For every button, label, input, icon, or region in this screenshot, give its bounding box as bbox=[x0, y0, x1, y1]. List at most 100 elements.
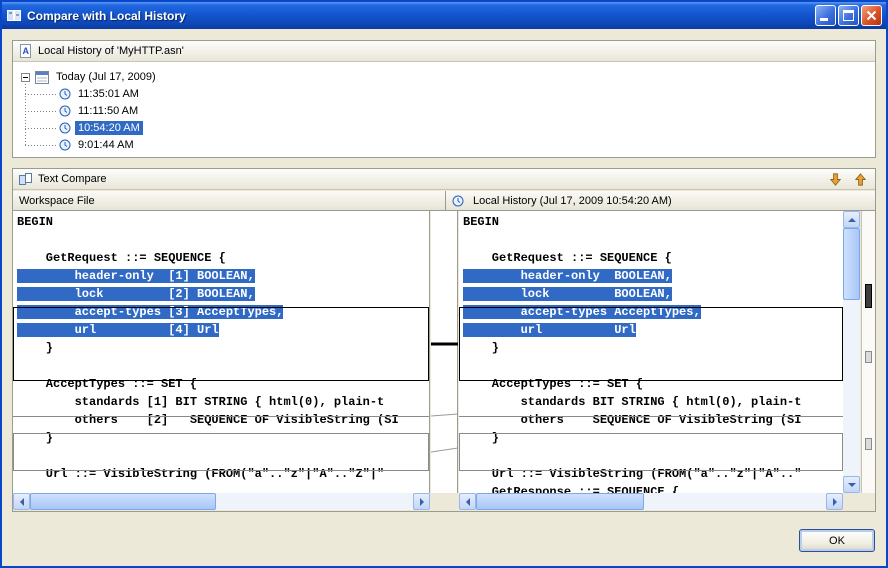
tree-item-label: 10:54:20 AM bbox=[75, 121, 143, 135]
previous-difference-button[interactable] bbox=[850, 170, 870, 188]
workspace-file-pane[interactable]: BEGIN GetRequest ::= SEQUENCE { header-o… bbox=[13, 211, 430, 493]
tree-item-label: 11:11:50 AM bbox=[75, 104, 141, 118]
code-line: GetRequest ::= SEQUENCE { bbox=[459, 249, 843, 267]
diff-connector-channel bbox=[431, 211, 458, 493]
secondary-diff-connector bbox=[431, 448, 458, 452]
left-code-area: BEGIN GetRequest ::= SEQUENCE { header-o… bbox=[13, 213, 429, 483]
right-code-area: BEGIN GetRequest ::= SEQUENCE { header-o… bbox=[459, 213, 843, 493]
code-line: accept-types AcceptTypes, bbox=[459, 303, 843, 321]
next-difference-button[interactable] bbox=[825, 170, 845, 188]
clock-icon bbox=[452, 195, 464, 207]
scroll-down-button[interactable] bbox=[843, 476, 860, 493]
scroll-left-button[interactable] bbox=[13, 493, 30, 510]
text-compare-panel-header: Text Compare bbox=[13, 169, 875, 190]
code-line: } bbox=[13, 429, 429, 447]
left-pane-title: Workspace File bbox=[19, 195, 95, 207]
code-line: Url ::= VisibleString (FROM("a".."z"|"A"… bbox=[13, 465, 429, 483]
code-line: accept-types [3] AcceptTypes, bbox=[13, 303, 429, 321]
code-line bbox=[13, 447, 429, 465]
compare-window-icon bbox=[6, 8, 22, 24]
arrow-up-icon bbox=[848, 214, 856, 222]
left-horizontal-scrollbar-thumb[interactable] bbox=[30, 493, 216, 510]
tree-item-label: 11:35:01 AM bbox=[75, 87, 142, 101]
tree-guide-stub bbox=[25, 128, 57, 129]
arrow-right-icon bbox=[420, 498, 428, 506]
tree-item-revision-selected[interactable]: 10:54:20 AM bbox=[59, 120, 143, 136]
code-line: BEGIN bbox=[459, 213, 843, 231]
minimize-icon bbox=[820, 18, 828, 21]
code-line: header-only BOOLEAN, bbox=[459, 267, 843, 285]
code-line: url [4] Url bbox=[13, 321, 429, 339]
scroll-right-button[interactable] bbox=[413, 493, 430, 510]
next-difference-arrow-icon bbox=[828, 172, 843, 187]
code-line: header-only [1] BOOLEAN, bbox=[13, 267, 429, 285]
code-line bbox=[459, 231, 843, 249]
code-line: lock BOOLEAN, bbox=[459, 285, 843, 303]
overview-marker[interactable] bbox=[865, 438, 872, 450]
clock-icon bbox=[59, 105, 71, 117]
local-history-panel-header: A Local History of 'MyHTTP.asn' bbox=[13, 41, 875, 62]
arrow-down-icon bbox=[848, 483, 856, 491]
tree-item-revision[interactable]: 11:11:50 AM bbox=[59, 103, 141, 119]
local-history-pane[interactable]: BEGIN GetRequest ::= SEQUENCE { header-o… bbox=[459, 211, 843, 493]
tree-guide-stub bbox=[25, 94, 57, 95]
right-horizontal-scrollbar-thumb[interactable] bbox=[476, 493, 644, 510]
close-button[interactable] bbox=[861, 5, 882, 26]
marker-connector bbox=[431, 414, 458, 416]
dialog-body: A Local History of 'MyHTTP.asn' bbox=[2, 29, 886, 566]
clock-icon bbox=[59, 122, 71, 134]
overview-marker-selected[interactable] bbox=[865, 284, 872, 308]
vertical-scrollbar[interactable] bbox=[843, 211, 860, 493]
scroll-right-button[interactable] bbox=[826, 493, 843, 510]
overview-ruler[interactable] bbox=[861, 211, 875, 493]
code-line: BEGIN bbox=[13, 213, 429, 231]
minimize-button[interactable] bbox=[815, 5, 836, 26]
arrow-right-icon bbox=[833, 498, 841, 506]
code-line: lock [2] BOOLEAN, bbox=[13, 285, 429, 303]
left-horizontal-scrollbar[interactable] bbox=[13, 493, 430, 510]
code-line: GetRequest ::= SEQUENCE { bbox=[13, 249, 429, 267]
code-line bbox=[13, 357, 429, 375]
tree-collapse-icon[interactable] bbox=[21, 73, 30, 82]
text-compare-header-label: Text Compare bbox=[38, 173, 106, 185]
tree-item-revision[interactable]: 9:01:44 AM bbox=[59, 137, 137, 153]
tree-item-label: 9:01:44 AM bbox=[75, 138, 137, 152]
arrow-left-icon bbox=[16, 498, 24, 506]
ok-button[interactable]: OK bbox=[799, 529, 875, 552]
code-line: } bbox=[459, 429, 843, 447]
tree-item-revision[interactable]: 11:35:01 AM bbox=[59, 86, 142, 102]
right-horizontal-scrollbar[interactable] bbox=[459, 493, 843, 510]
maximize-icon bbox=[843, 10, 854, 21]
code-line bbox=[459, 357, 843, 375]
code-line: AcceptTypes ::= SET { bbox=[459, 375, 843, 393]
arrow-left-icon bbox=[462, 498, 470, 506]
maximize-button[interactable] bbox=[838, 5, 859, 26]
clock-icon bbox=[59, 88, 71, 100]
previous-difference-arrow-icon bbox=[853, 172, 868, 187]
code-line: standards [1] BIT STRING { html(0), plai… bbox=[13, 393, 429, 411]
tree-item-today[interactable]: Today (Jul 17, 2009) bbox=[21, 69, 159, 85]
svg-text:A: A bbox=[23, 46, 30, 56]
vertical-scrollbar-thumb[interactable] bbox=[843, 228, 860, 300]
right-pane-header: Local History (Jul 17, 2009 10:54:20 AM) bbox=[446, 191, 875, 211]
code-line: Url ::= VisibleString (FROM("a".."z"|"A"… bbox=[459, 465, 843, 483]
code-line: url Url bbox=[459, 321, 843, 339]
code-line: others [2] SEQUENCE OF VisibleString (SI bbox=[13, 411, 429, 429]
window-title: Compare with Local History bbox=[27, 9, 815, 23]
history-tree[interactable]: Today (Jul 17, 2009) 11:35:01 AM 11:11:5… bbox=[13, 63, 875, 157]
scroll-up-button[interactable] bbox=[843, 211, 860, 228]
title-bar[interactable]: Compare with Local History bbox=[2, 2, 886, 29]
overview-marker[interactable] bbox=[865, 351, 872, 363]
code-line: GetResponse ::= SEQUENCE { bbox=[459, 483, 843, 493]
code-line bbox=[13, 231, 429, 249]
clock-icon bbox=[59, 139, 71, 151]
tree-guide-stub bbox=[25, 111, 57, 112]
code-line bbox=[459, 447, 843, 465]
code-line: } bbox=[13, 339, 429, 357]
tree-item-label: Today (Jul 17, 2009) bbox=[53, 70, 159, 84]
tree-guide-stub bbox=[25, 145, 57, 146]
right-pane-title: Local History (Jul 17, 2009 10:54:20 AM) bbox=[473, 195, 672, 207]
code-line: standards BIT STRING { html(0), plain-t bbox=[459, 393, 843, 411]
scroll-left-button[interactable] bbox=[459, 493, 476, 510]
code-line: AcceptTypes ::= SET { bbox=[13, 375, 429, 393]
